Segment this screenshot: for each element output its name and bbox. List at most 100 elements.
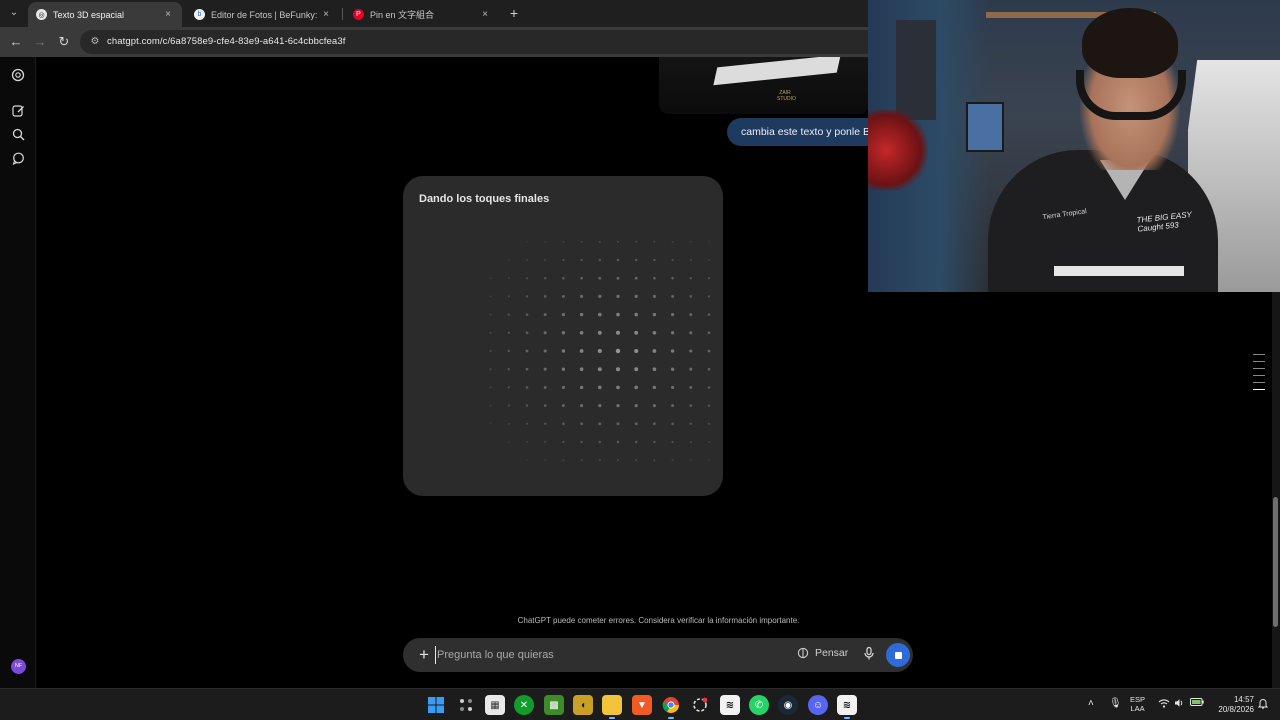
discord-icon[interactable]: ☺ (808, 695, 828, 715)
loading-dot (525, 367, 529, 371)
loading-dot (634, 312, 638, 317)
xbox-icon[interactable]: ✕ (514, 695, 534, 715)
taskbar-clock[interactable]: 14:57 20/8/2026 (1212, 695, 1254, 715)
loading-dot (689, 440, 692, 444)
loading-dot (652, 367, 657, 372)
loading-dot (708, 240, 710, 243)
search-icon[interactable] (10, 126, 26, 142)
reload-icon[interactable]: ↻ (56, 34, 72, 50)
loading-dot (507, 404, 510, 407)
steam-icon[interactable]: ◉ (778, 695, 798, 715)
loading-dot (616, 240, 620, 243)
loading-dot (671, 459, 674, 462)
add-attachment-button[interactable]: + (415, 646, 433, 664)
close-icon[interactable]: × (162, 9, 174, 20)
new-tab-button[interactable]: + (506, 5, 522, 21)
language-code: ESP (1130, 695, 1146, 704)
capcut-icon[interactable]: ≋ (720, 695, 740, 715)
file-explorer-icon[interactable] (602, 695, 622, 719)
loading-dot (489, 313, 492, 316)
disclaimer-text: ChatGPT puede cometer errores. Considera… (517, 616, 800, 625)
loading-dot (598, 385, 602, 390)
url-text[interactable]: chatgpt.com/c/6a8758e9-cfe4-83e9-a641-6c… (107, 36, 345, 47)
loading-dot (707, 277, 711, 280)
loading-dot (689, 367, 693, 371)
tab-pinterest[interactable]: P Pin en 文字組合 × (345, 2, 499, 27)
tray-chevron-up-icon[interactable]: ˄ (1088, 698, 1094, 709)
whatsapp-icon[interactable]: ✆ (749, 695, 769, 715)
tab-title: Pin en 文字組合 (370, 10, 435, 20)
chatgpt-logo-icon[interactable] (10, 67, 26, 83)
generation-dot-grid (489, 240, 711, 462)
chrome-icon[interactable] (661, 695, 681, 719)
loading-dot (598, 240, 601, 243)
store-icon[interactable]: ▦ (485, 695, 505, 715)
loading-dot (689, 385, 693, 389)
stop-generating-button[interactable] (886, 643, 910, 667)
loading-dot (526, 459, 528, 462)
befunky-icon: b (194, 9, 205, 20)
loading-dot (507, 367, 511, 371)
settings-icon[interactable] (690, 695, 710, 715)
among-us-icon[interactable]: ◖ (573, 695, 593, 715)
loading-dot (561, 331, 566, 335)
loading-dot (671, 313, 675, 317)
keyboard-language-indicator[interactable]: ESP LAA (1130, 695, 1145, 713)
loading-dot (653, 258, 656, 262)
loading-dot (616, 403, 620, 408)
close-icon[interactable]: × (479, 9, 491, 20)
loading-dot (525, 422, 529, 425)
tab-texto-3d[interactable]: ◎ Texto 3D espacial × (28, 2, 182, 27)
microphone-tray-icon[interactable]: 🎙 (1109, 698, 1122, 709)
windows-start-icon[interactable] (426, 695, 446, 715)
forward-arrow-icon[interactable]: → (32, 34, 48, 50)
notifications-bell-icon[interactable] (1257, 698, 1269, 712)
loading-dot (634, 385, 638, 390)
chat-bubble-icon[interactable] (10, 150, 26, 166)
loading-dot (598, 440, 602, 444)
new-chat-icon[interactable] (10, 102, 26, 118)
loading-dot (707, 404, 711, 407)
tab-search-chevron-icon[interactable]: ⌄ (6, 5, 22, 21)
loading-dot (689, 331, 693, 335)
conversation-outline-nav[interactable] (1253, 354, 1265, 396)
loading-dot (580, 276, 583, 280)
chatgpt-sidebar: NF (0, 57, 36, 688)
loading-dot (579, 367, 584, 372)
capcut-icon-2[interactable]: ≋ (837, 695, 857, 719)
scrollbar-thumb[interactable] (1273, 497, 1278, 627)
loading-dot (689, 422, 692, 425)
loading-dot (707, 367, 711, 371)
loading-dot (543, 331, 547, 335)
prompt-input[interactable] (435, 646, 775, 664)
minecraft-icon[interactable]: ▩ (544, 695, 564, 715)
think-button[interactable]: Pensar (797, 647, 848, 659)
loading-dot (597, 348, 602, 354)
loading-dot (580, 240, 583, 243)
loading-dot (525, 331, 529, 335)
loading-dot (708, 459, 710, 462)
loading-dot (543, 349, 547, 353)
wifi-icon[interactable] (1158, 698, 1170, 711)
widgets-icon[interactable] (456, 695, 476, 715)
loading-dot (616, 294, 620, 299)
loading-dot (561, 313, 565, 317)
loading-dot (598, 258, 602, 262)
tab-befunky[interactable]: b Editor de Fotos | BeFunky: Edita × (186, 2, 340, 27)
close-icon[interactable]: × (320, 9, 332, 20)
loading-dot (543, 295, 547, 298)
previous-image-preview[interactable]: ZAIR STUDIO (659, 57, 869, 114)
back-arrow-icon[interactable]: ← (8, 34, 24, 50)
brave-icon[interactable]: ▼ (632, 695, 652, 715)
microphone-icon[interactable] (861, 646, 877, 663)
loading-dot (597, 330, 602, 335)
loading-dot (708, 441, 710, 443)
battery-icon[interactable] (1190, 698, 1204, 709)
volume-icon[interactable] (1174, 698, 1184, 711)
avatar[interactable]: NF (11, 659, 26, 674)
pinterest-icon: P (353, 9, 364, 20)
loading-dot (507, 331, 511, 335)
loading-dot (489, 277, 492, 280)
loading-dot (489, 295, 492, 298)
site-info-icon[interactable]: ⚙ (88, 35, 102, 49)
